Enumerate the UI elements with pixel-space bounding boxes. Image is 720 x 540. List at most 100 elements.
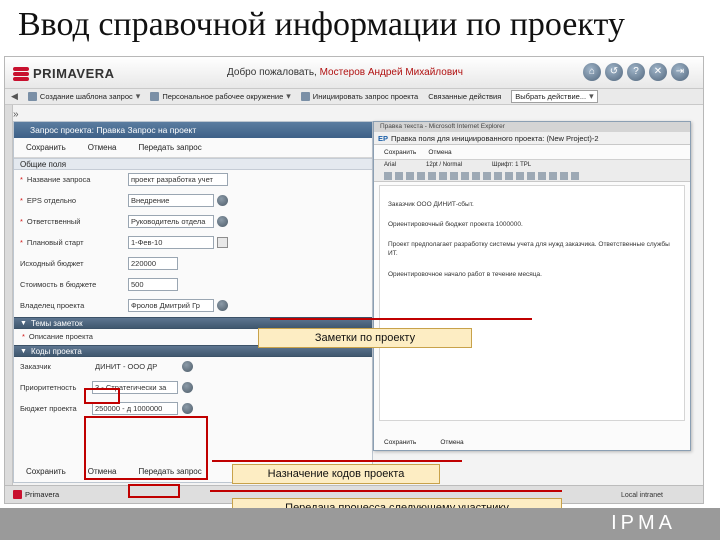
form-title: Запрос проекта: Правка Запрос на проект xyxy=(14,122,372,138)
field-label: Исходный бюджет xyxy=(20,259,84,268)
dialog-title: EP Правка поля для инициированного проект… xyxy=(374,132,690,145)
toolbar-item-template[interactable]: Создание шаблона запрос ▾ xyxy=(27,91,140,102)
note-line: Проект предполагает разработку системы у… xyxy=(388,241,670,257)
toolbar-item-related[interactable]: Связанные действия xyxy=(428,92,501,101)
welcome-text: Добро пожаловать, Мостеров Андрей Михайл… xyxy=(227,67,463,78)
editor-format-icon[interactable] xyxy=(494,171,502,180)
planned-start-input[interactable]: 1-Фев-10 xyxy=(128,236,214,249)
editor-format-icon[interactable] xyxy=(538,171,546,180)
editor-format-icon[interactable] xyxy=(549,171,557,180)
toolbar-item-initiate[interactable]: Инициировать запрос проекта xyxy=(300,92,418,101)
code-label: Бюджет проекта xyxy=(20,404,77,413)
back-icon[interactable]: ↺ xyxy=(605,63,623,81)
style-select[interactable]: Шрифт: 1 TPL xyxy=(492,162,531,168)
field-budget-cost: Стоимость в бюджете 500 xyxy=(14,275,372,296)
field-initial-budget: Исходный бюджет 220000 xyxy=(14,254,372,275)
callout-project-codes: Назначение кодов проекта xyxy=(232,464,440,484)
field-planned-start: * Плановый старт 1-Фев-10 xyxy=(14,233,372,254)
dialog-actions-top: Сохранить Отмена xyxy=(374,145,690,159)
initiate-icon xyxy=(300,92,310,101)
field-label: EPS отдельно xyxy=(26,196,77,205)
dialog-save-button-bottom[interactable]: Сохранить xyxy=(384,439,416,446)
form-actions-top: Сохранить Отмена Передать запрос xyxy=(14,138,372,158)
responsible-input[interactable]: Руководитель отдела xyxy=(128,215,214,228)
customer-code-lookup-icon[interactable] xyxy=(182,361,193,372)
notes-text-area[interactable]: Заказчик ООО ДИНИТ-сбыт. Ориентировочный… xyxy=(379,185,685,421)
eps-input[interactable]: Внедрение xyxy=(128,194,214,207)
save-button-bottom[interactable]: Сохранить xyxy=(26,467,66,476)
editor-format-icon[interactable] xyxy=(527,171,535,180)
format-bar: Arial 12pt / Normal Шрифт: 1 TPL xyxy=(374,159,690,170)
user-name[interactable]: Мостеров Андрей Михайлович xyxy=(320,67,463,78)
priority-code-lookup-icon[interactable] xyxy=(182,382,193,393)
editor-format-icon[interactable] xyxy=(428,171,436,180)
logout-icon[interactable]: ⇥ xyxy=(671,63,689,81)
primavera-small-icon xyxy=(13,490,22,499)
dialog-cancel-button[interactable]: Отмена xyxy=(428,149,451,156)
workspace-icon xyxy=(150,92,160,101)
editor-format-icon[interactable] xyxy=(560,171,568,180)
editor-format-icon[interactable] xyxy=(406,171,414,180)
owner-lookup-icon[interactable] xyxy=(217,300,228,311)
code-label: Приоритетность xyxy=(20,383,77,392)
welcome-prefix: Добро пожаловать, xyxy=(227,67,317,78)
budget-cost-input[interactable]: 500 xyxy=(128,278,178,291)
initial-budget-input[interactable]: 220000 xyxy=(128,257,178,270)
editor-format-icon[interactable] xyxy=(439,171,447,180)
primavera-logo-icon xyxy=(13,66,29,81)
field-request-name: * Название запроса проект разработка учет xyxy=(14,170,372,191)
editor-format-icon[interactable] xyxy=(461,171,469,180)
taskbar-brand: Primavera xyxy=(13,490,59,499)
field-label: Ответственный xyxy=(26,217,81,226)
codes-pointer-line xyxy=(212,460,462,462)
size-select[interactable]: 12pt / Normal xyxy=(426,162,462,168)
app-header: PRIMAVERA Добро пожаловать, Мостеров Анд… xyxy=(5,57,703,89)
tools-icon[interactable]: ✕ xyxy=(649,63,667,81)
field-eps: * EPS отдельно Внедрение xyxy=(14,191,372,212)
field-project-owner: Владелец проекта Фролов Дмитрий Гр xyxy=(14,296,372,317)
editor-toolbar xyxy=(374,170,690,182)
editor-format-icon[interactable] xyxy=(505,171,513,180)
home-icon[interactable]: ⌂ xyxy=(583,63,601,81)
notes-editor-dialog: Правка текста - Microsoft Internet Explo… xyxy=(373,121,691,451)
toolbar-item-workspace[interactable]: Персональное рабочее окружение ▾ xyxy=(150,91,291,102)
ipma-logo: IPMA xyxy=(611,512,676,534)
code-customer: Заказчик ДИНИТ - ООО ДР xyxy=(14,357,372,378)
help-icon[interactable]: ? xyxy=(627,63,645,81)
editor-format-icon[interactable] xyxy=(384,171,392,180)
eps-lookup-icon[interactable] xyxy=(217,195,228,206)
editor-format-icon[interactable] xyxy=(395,171,403,180)
editor-format-icon[interactable] xyxy=(516,171,524,180)
save-button[interactable]: Сохранить xyxy=(26,143,66,152)
slide-title: Ввод справочной информации по проекту xyxy=(18,6,625,43)
field-responsible: * Ответственный Руководитель отдела xyxy=(14,212,372,233)
expand-chevron-icon[interactable]: » xyxy=(13,109,19,120)
dialog-save-button[interactable]: Сохранить xyxy=(384,149,416,156)
toolbar-left-arrow-icon[interactable]: ◀ xyxy=(11,91,18,102)
main-toolbar: ◀ Создание шаблона запрос ▾ Персональное … xyxy=(5,89,703,105)
note-line: Заказчик ООО ДИНИТ-сбыт. xyxy=(388,201,474,208)
font-select[interactable]: Arial xyxy=(384,162,396,168)
field-label: Стоимость в бюджете xyxy=(20,280,97,289)
left-collapse-strip[interactable] xyxy=(5,105,13,485)
responsible-lookup-icon[interactable] xyxy=(217,216,228,227)
request-name-input[interactable]: проект разработка учет xyxy=(128,173,228,186)
editor-format-icon[interactable] xyxy=(483,171,491,180)
section-general: Общие поля xyxy=(14,158,372,170)
field-label: Владелец проекта xyxy=(20,301,85,310)
toolbar-action-select[interactable]: Выбрать действие... ▾ xyxy=(511,90,598,103)
editor-format-icon[interactable] xyxy=(417,171,425,180)
template-icon xyxy=(27,92,37,101)
editor-format-icon[interactable] xyxy=(571,171,579,180)
submit-request-button[interactable]: Передать запрос xyxy=(138,143,201,152)
editor-format-icon[interactable] xyxy=(450,171,458,180)
editor-format-icon[interactable] xyxy=(472,171,480,180)
calendar-icon[interactable] xyxy=(217,237,228,248)
budget-code-lookup-icon[interactable] xyxy=(182,403,193,414)
customer-code-value[interactable]: ДИНИТ - ООО ДР xyxy=(92,360,178,373)
cancel-button[interactable]: Отмена xyxy=(88,143,117,152)
primavera-logo: PRIMAVERA xyxy=(13,66,115,81)
dialog-cancel-button-bottom[interactable]: Отмена xyxy=(440,439,463,446)
code-label: Заказчик xyxy=(20,362,51,371)
project-owner-input[interactable]: Фролов Дмитрий Гр xyxy=(128,299,214,312)
